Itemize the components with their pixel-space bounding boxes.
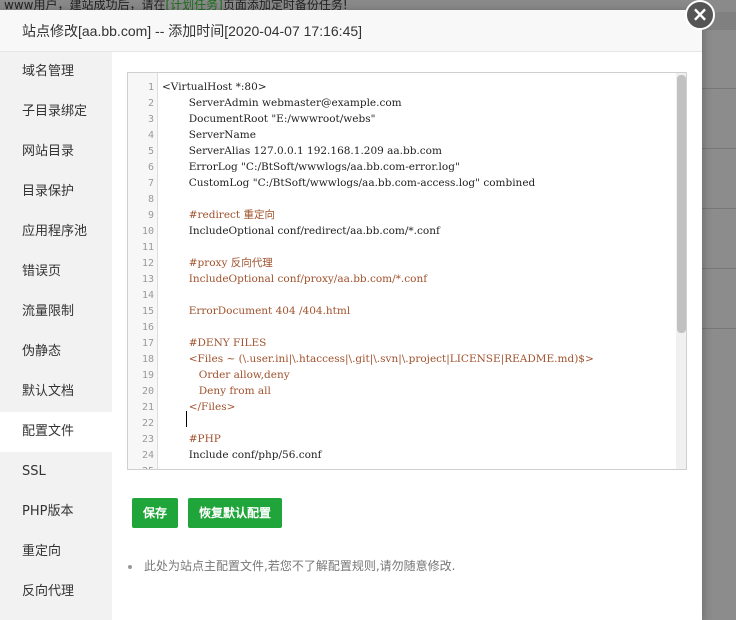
- sidebar-item[interactable]: 默认文档: [0, 372, 112, 412]
- line-number: 25: [128, 464, 154, 469]
- code-line: 22: [128, 415, 676, 431]
- line-number: 5: [147, 146, 154, 157]
- line-number: 3: [147, 114, 154, 125]
- line-text: ServerAlias 127.0.0.1 192.168.1.209 aa.b…: [162, 145, 442, 157]
- config-file-panel: 1 <VirtualHost *:80> 2 ServerAdmin webmast…: [112, 52, 702, 620]
- line-text: #proxy 反向代理: [162, 257, 273, 269]
- restore-default-config-button[interactable]: 恢复默认配置: [188, 498, 282, 528]
- code-line: 12 #proxy 反向代理: [128, 255, 676, 271]
- code-line: 20 Deny from all: [128, 383, 676, 399]
- dialog-title: 站点修改[aa.bb.com] -- 添加时间[2020-04-07 17:16…: [22, 23, 363, 39]
- code-line: 4 ServerName: [128, 127, 676, 143]
- editor-scrollbar-thumb[interactable]: [677, 75, 686, 333]
- line-number: 24: [141, 450, 154, 461]
- line-number: 9: [147, 210, 154, 221]
- line-number: 4: [147, 130, 154, 141]
- code-line: 25: [128, 463, 676, 469]
- line-number: 22: [141, 418, 154, 429]
- code-line: 9 #redirect 重定向: [128, 207, 676, 223]
- line-number: 11: [141, 242, 154, 253]
- line-number: 7: [147, 178, 154, 189]
- sidebar-item[interactable]: 应用程序池: [0, 212, 112, 252]
- sidebar-item[interactable]: 目录保护: [0, 172, 112, 212]
- background-right-panel: [700, 30, 736, 620]
- line-number: 12: [141, 258, 154, 269]
- code-line: 15 ErrorDocument 404 /404.html: [128, 303, 676, 319]
- code-line: 19 Order allow,deny: [128, 367, 676, 383]
- line-number: 17: [141, 338, 154, 349]
- line-text: #PHP: [162, 433, 221, 445]
- code-line: 18 <Files ~ (\.user.ini|\.htaccess|\.git…: [128, 351, 676, 367]
- code-line: 3 DocumentRoot "E:/wwwroot/webs": [128, 111, 676, 127]
- line-text: IncludeOptional conf/proxy/aa.bb.com/*.c…: [162, 273, 428, 285]
- text-cursor: [186, 411, 187, 427]
- code-line: 14: [128, 287, 676, 303]
- line-text: </Files>: [162, 401, 236, 413]
- sidebar-item[interactable]: 子目录绑定: [0, 92, 112, 132]
- sidebar-item[interactable]: 网站目录: [0, 132, 112, 172]
- line-number: 23: [141, 434, 154, 445]
- sidebar-item[interactable]: 错误页: [0, 252, 112, 292]
- code-line: 17 #DENY FILES: [128, 335, 676, 351]
- line-text: IncludeOptional conf/redirect/aa.bb.com/…: [162, 225, 440, 237]
- sidebar-item[interactable]: 配置文件: [0, 412, 112, 452]
- close-icon[interactable]: ×: [685, 0, 715, 30]
- line-number: 8: [147, 194, 154, 205]
- line-text: Include conf/php/56.conf: [162, 449, 322, 461]
- config-warning-note: 此处为站点主配置文件,若您不了解配置规则,请勿随意修改.: [128, 557, 455, 574]
- site-edit-dialog: 站点修改[aa.bb.com] -- 添加时间[2020-04-07 17:16…: [0, 10, 702, 620]
- line-text: <Files ~ (\.user.ini|\.htaccess|\.git|\.…: [162, 353, 594, 365]
- code-line: 1 <VirtualHost *:80>: [128, 79, 676, 95]
- save-button[interactable]: 保存: [132, 498, 178, 528]
- code-line: 16: [128, 319, 676, 335]
- code-line: 2 ServerAdmin webmaster@example.com: [128, 95, 676, 111]
- line-number: 21: [141, 402, 154, 413]
- sidebar-item[interactable]: 流量限制: [0, 292, 112, 332]
- line-number: 18: [141, 354, 154, 365]
- line-text: ErrorDocument 404 /404.html: [162, 305, 351, 317]
- code-line: 11: [128, 239, 676, 255]
- line-text: Order allow,deny: [162, 369, 290, 381]
- line-number: 10: [141, 226, 154, 237]
- line-text: ServerName: [162, 129, 256, 141]
- sidebar-nav: 域名管理 子目录绑定 网站目录 目录保护 应用程序池 错误页 流量限制 伪静态 默认文档 配置文件…: [0, 52, 112, 620]
- line-number: 20: [141, 386, 154, 397]
- code-line: 13 IncludeOptional conf/proxy/aa.bb.com/…: [128, 271, 676, 287]
- line-text: #redirect 重定向: [162, 209, 275, 221]
- sidebar-item[interactable]: 域名管理: [0, 52, 112, 92]
- line-text: DocumentRoot "E:/wwwroot/webs": [162, 113, 376, 125]
- dialog-header: 站点修改[aa.bb.com] -- 添加时间[2020-04-07 17:16…: [0, 10, 702, 52]
- line-number: 1: [147, 82, 154, 93]
- sidebar-item[interactable]: 重定向: [0, 532, 112, 572]
- line-text: ServerAdmin webmaster@example.com: [162, 97, 402, 109]
- line-number: 13: [141, 274, 154, 285]
- note-text: 此处为站点主配置文件,若您不了解配置规则,请勿随意修改.: [144, 559, 456, 573]
- code-line: 5 ServerAlias 127.0.0.1 192.168.1.209 aa…: [128, 143, 676, 159]
- code-line: 23 #PHP: [128, 431, 676, 447]
- line-text: <VirtualHost *:80>: [162, 81, 267, 93]
- line-number: 15: [141, 306, 154, 317]
- line-number: 6: [147, 162, 154, 173]
- line-number: 19: [141, 370, 154, 381]
- bullet-icon: [128, 564, 132, 569]
- sidebar-item[interactable]: 伪静态: [0, 332, 112, 372]
- code-line: 10 IncludeOptional conf/redirect/aa.bb.c…: [128, 223, 676, 239]
- code-line: 21 </Files>: [128, 399, 676, 415]
- line-text: #DENY FILES: [162, 337, 267, 349]
- line-number: 14: [141, 290, 154, 301]
- code-line: 8: [128, 191, 676, 207]
- line-number: 2: [147, 98, 154, 109]
- code-line: 6 ErrorLog "C:/BtSoft/wwwlogs/aa.bb.com-…: [128, 159, 676, 175]
- code-line: 7 CustomLog "C:/BtSoft/wwwlogs/aa.bb.com…: [128, 175, 676, 191]
- code-content[interactable]: 1 <VirtualHost *:80> 2 ServerAdmin webmast…: [128, 79, 676, 469]
- config-code-editor[interactable]: 1 <VirtualHost *:80> 2 ServerAdmin webmast…: [127, 72, 687, 470]
- line-text: Deny from all: [162, 385, 271, 397]
- line-text: ErrorLog "C:/BtSoft/wwwlogs/aa.bb.com-er…: [162, 161, 460, 173]
- line-number: 16: [141, 322, 154, 333]
- code-line: 24 Include conf/php/56.conf: [128, 447, 676, 463]
- sidebar-item[interactable]: PHP版本: [0, 492, 112, 532]
- sidebar-item[interactable]: SSL: [0, 452, 112, 492]
- line-text: CustomLog "C:/BtSoft/wwwlogs/aa.bb.com-a…: [162, 177, 536, 189]
- sidebar-item[interactable]: 反向代理: [0, 572, 112, 612]
